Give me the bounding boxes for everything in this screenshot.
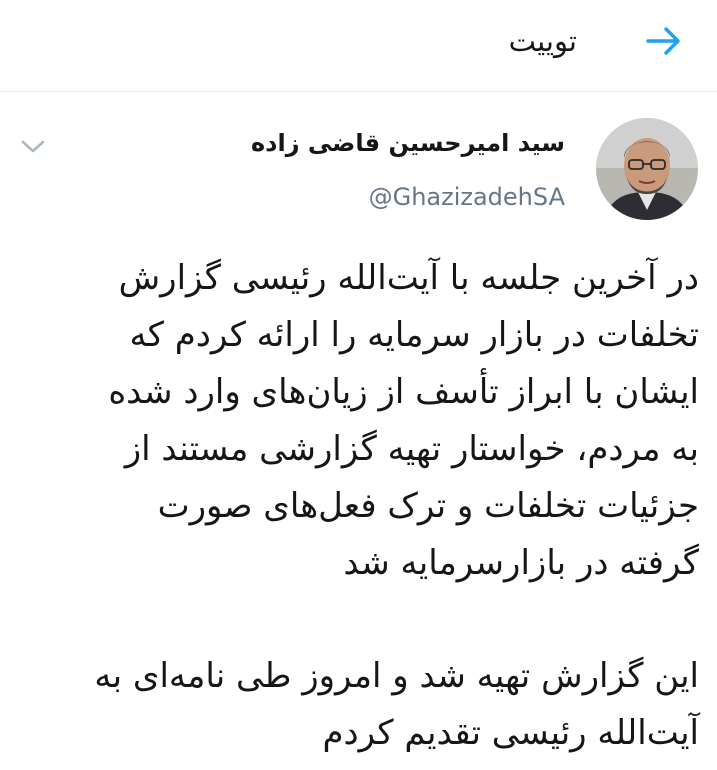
arrow-right-icon[interactable] bbox=[644, 24, 684, 58]
avatar[interactable] bbox=[596, 118, 698, 220]
tweet-line: تخلفات در بازار سرمایه را ارائه کردم که bbox=[129, 315, 699, 355]
tweet-line: به مردم، خواستار تهیه گزارشی مستند از bbox=[124, 429, 699, 469]
tweet-line: آیت‌الله رئیسی تقدیم کردم bbox=[322, 713, 699, 753]
app-header: توییت bbox=[0, 0, 717, 92]
tweet-line: در آخرین جلسه با آیت‌الله رئیسی گزارش bbox=[118, 258, 699, 298]
tweet-line: ایشان با ابراز تأسف از زیان‌های وارد شده bbox=[108, 372, 699, 412]
tweet-line: این گزارش تهیه شد و امروز طی نامه‌ای به bbox=[94, 656, 699, 696]
tweet-text: در آخرین جلسه با آیت‌الله رئیسی گزارش تخ… bbox=[29, 250, 699, 762]
page-title: توییت bbox=[508, 24, 577, 58]
author-handle[interactable]: @GhazizadehSA bbox=[369, 180, 565, 214]
author-name[interactable]: سید امیرحسین قاضی زاده bbox=[251, 126, 565, 160]
chevron-down-icon[interactable] bbox=[20, 136, 46, 156]
tweet-line: گرفته در بازارسرمایه شد bbox=[343, 543, 699, 583]
tweet-line: جزئیات تخلفات و ترک فعل‌های صورت bbox=[157, 486, 699, 526]
avatar-image bbox=[596, 118, 698, 220]
